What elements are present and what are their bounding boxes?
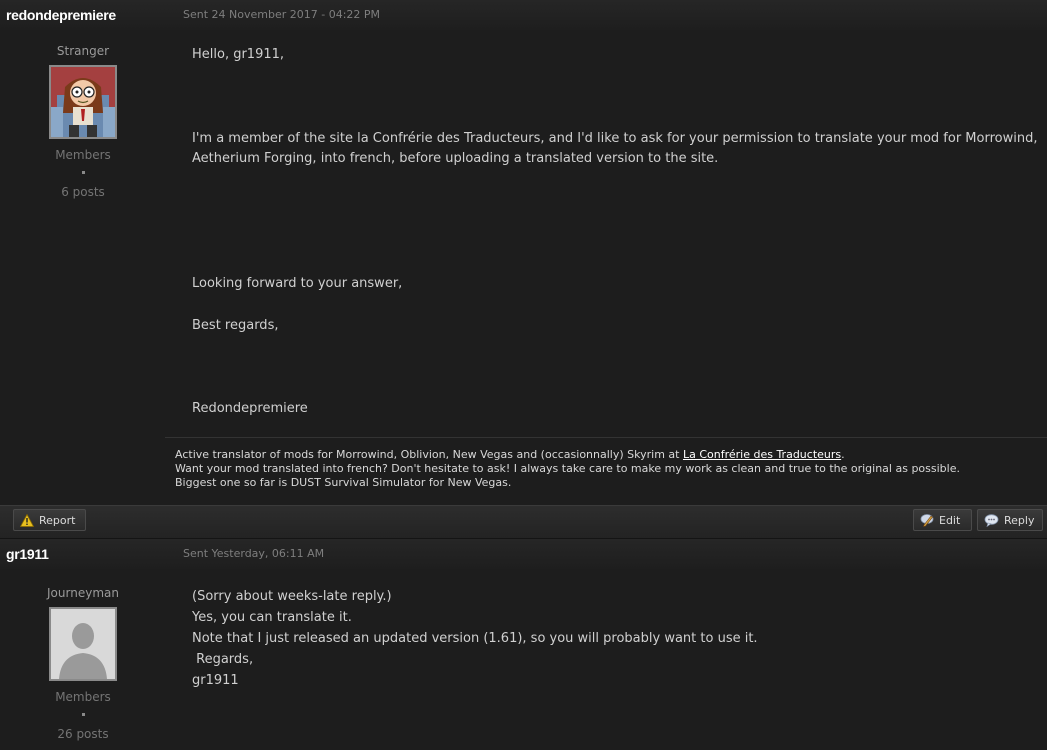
author-info: Stranger Members 6 posts bbox=[0, 30, 166, 505]
member-group: Members bbox=[55, 148, 111, 162]
message-post: redondepremiere Sent 24 November 2017 - … bbox=[0, 0, 1047, 539]
message-content: Hello, gr1911, I'm a member of the site … bbox=[165, 30, 1047, 505]
signature-line: Want your mod translated into french? Do… bbox=[175, 462, 960, 475]
message-greeting: Hello, gr1911, bbox=[192, 47, 285, 62]
report-button[interactable]: Report bbox=[13, 509, 86, 531]
message-line: (Sorry about weeks-late reply.) bbox=[192, 589, 392, 604]
message-content: (Sorry about weeks-late reply.) Yes, you… bbox=[166, 569, 1047, 749]
author-name-link[interactable]: gr1911 bbox=[6, 546, 49, 562]
signature-text: . bbox=[841, 448, 845, 461]
message-paragraph-line: Aetherium Forging, into french, before u… bbox=[192, 151, 719, 166]
warning-triangle-icon bbox=[20, 513, 34, 527]
avatar[interactable] bbox=[49, 65, 117, 139]
reply-button-label: Reply bbox=[1004, 513, 1035, 527]
reply-button[interactable]: Reply bbox=[977, 509, 1043, 531]
post-body: Stranger Members 6 posts Hello, gr1911, … bbox=[0, 30, 1047, 505]
edit-button-label: Edit bbox=[939, 513, 961, 527]
message-paragraph-line: I'm a member of the site la Confrérie de… bbox=[192, 131, 1038, 146]
signature-link[interactable]: La Confrérie des Traducteurs bbox=[683, 448, 841, 461]
message-post: gr1911 Sent Yesterday, 06:11 AM Journeym… bbox=[0, 539, 1047, 749]
avatar[interactable] bbox=[49, 607, 117, 681]
message-sign: Redondepremiere bbox=[192, 401, 308, 416]
post-header: gr1911 Sent Yesterday, 06:11 AM bbox=[0, 539, 1047, 569]
signature-line: Active translator of mods for Morrowind,… bbox=[175, 448, 1047, 462]
author-info: Journeyman Members 26 posts bbox=[0, 569, 166, 749]
sent-date: Sent Yesterday, 06:11 AM bbox=[183, 547, 325, 560]
separator-dot bbox=[81, 713, 85, 716]
separator-dot bbox=[81, 171, 85, 174]
speech-bubble-icon bbox=[984, 513, 999, 527]
signature: Active translator of mods for Morrowind,… bbox=[165, 437, 1047, 490]
message-line: Yes, you can translate it. bbox=[192, 610, 352, 625]
post-toolbar: Report Edit Reply bbox=[0, 505, 1047, 539]
message-text: (Sorry about weeks-late reply.) Yes, you… bbox=[166, 569, 1047, 691]
post-count: 6 posts bbox=[61, 185, 105, 199]
post-body: Journeyman Members 26 posts (Sorry about… bbox=[0, 569, 1047, 749]
signature-text: Active translator of mods for Morrowind,… bbox=[175, 448, 683, 461]
member-group: Members bbox=[55, 690, 111, 704]
post-header: redondepremiere Sent 24 November 2017 - … bbox=[0, 0, 1047, 30]
message-closing: Looking forward to your answer, bbox=[192, 276, 403, 291]
message-line: Regards, bbox=[192, 652, 254, 667]
member-rank: Stranger bbox=[56, 44, 110, 58]
report-button-label: Report bbox=[39, 513, 76, 527]
message-closing: Best regards, bbox=[192, 318, 279, 333]
signature-line: Biggest one so far is DUST Survival Simu… bbox=[175, 476, 512, 489]
message-line: gr1911 bbox=[192, 673, 239, 688]
sent-date: Sent 24 November 2017 - 04:22 PM bbox=[183, 8, 381, 21]
member-rank: Journeyman bbox=[47, 586, 119, 600]
author-name-link[interactable]: redondepremiere bbox=[6, 7, 116, 23]
edit-icon bbox=[920, 513, 934, 527]
edit-button[interactable]: Edit bbox=[913, 509, 972, 531]
message-line: Note that I just released an updated ver… bbox=[192, 631, 758, 646]
post-count: 26 posts bbox=[57, 727, 109, 741]
